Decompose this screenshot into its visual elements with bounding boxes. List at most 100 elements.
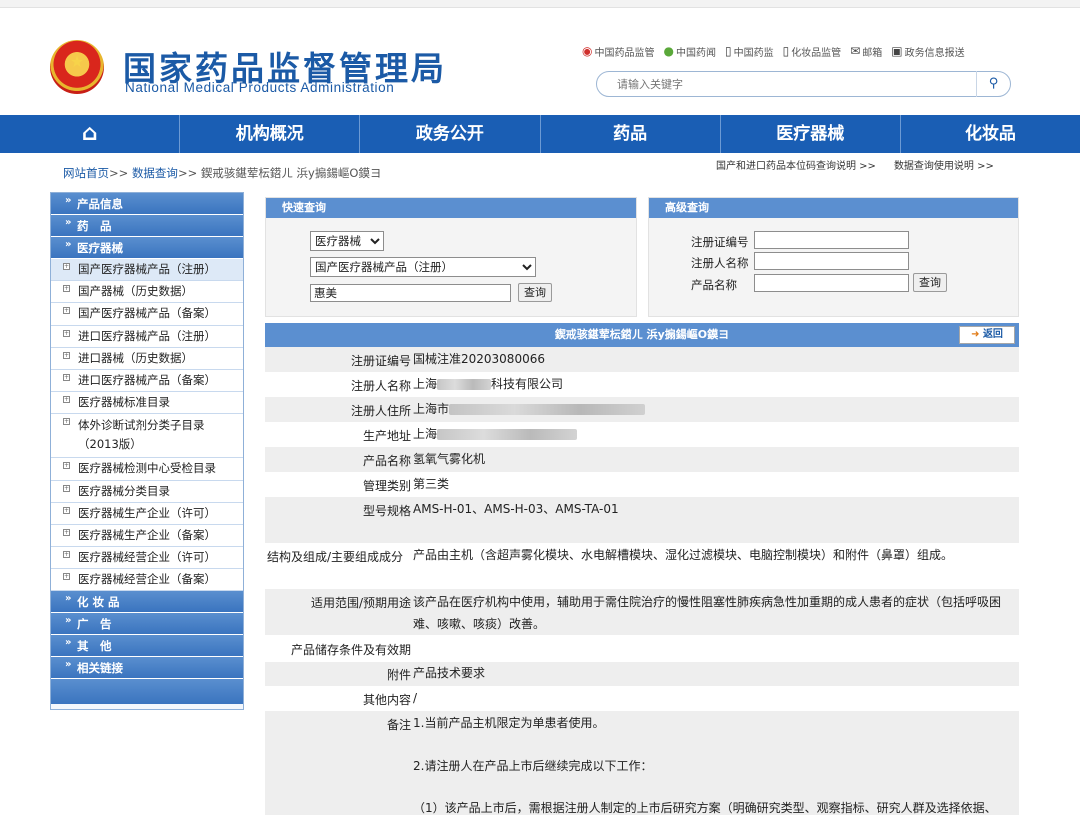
nav-item-institution[interactable]: 机构概况	[180, 115, 361, 153]
sidebar-item-domestic-filed[interactable]: + 国产医疗器械产品（备案）	[51, 303, 243, 326]
sidebar-item-ivd-catalog[interactable]: + 体外诊断试剂分类子目录（2013版）	[51, 414, 243, 459]
toplink-mail[interactable]: ✉ 邮箱	[850, 43, 882, 59]
sidebar-item-distributor-filed[interactable]: + 医疗器械经营企业（备案）	[51, 569, 243, 592]
row-reg-no: 注册证编号 国械注准20203080066	[265, 347, 1019, 372]
nav-item-government-affairs[interactable]: 政务公开	[360, 115, 541, 153]
sidebar-item-domestic-registered[interactable]: + 国产医疗器械产品（注册）	[51, 259, 243, 282]
arrow-right-icon: ➜	[971, 329, 980, 340]
expand-icon: +	[63, 396, 70, 404]
sidebar-item-import-filed[interactable]: + 进口医疗器械产品（备案）	[51, 369, 243, 393]
sidebar-item-domestic-history[interactable]: + 国产器械（历史数据）	[51, 281, 243, 304]
sidebar-item-import-history[interactable]: + 进口器械（历史数据）	[51, 347, 243, 370]
expand-icon: +	[63, 528, 70, 536]
sidebar-head-ads[interactable]: » 广 告	[51, 613, 243, 636]
sidebar-item-manufacturer-filed[interactable]: + 医疗器械生产企业（备案）	[51, 524, 243, 548]
expand-icon: +	[63, 263, 70, 270]
national-emblem-icon: ★	[50, 40, 104, 94]
row-management-class: 管理类别 第三类	[362, 477, 450, 493]
advanced-query-title: 高级查询	[649, 198, 1018, 218]
advanced-query-panel: 高级查询 注册证编号 注册人名称 产品名称 查询	[648, 197, 1019, 317]
sidebar-item-classification[interactable]: + 医疗器械分类目录	[51, 480, 243, 503]
reg-no-label: 注册证编号	[691, 235, 749, 249]
quick-query-panel: 快速查询 医疗器械 国产医疗器械产品（注册） 查询	[265, 197, 637, 317]
sidebar-item-testing-center[interactable]: + 医疗器械检测中心受检目录	[51, 458, 243, 481]
sidebar-item-manufacturer-license[interactable]: + 医疗器械生产企业（许可）	[51, 502, 243, 525]
subcategory-select[interactable]: 国产医疗器械产品（注册）	[310, 257, 536, 277]
nav-item-medical-devices[interactable]: 医疗器械	[721, 115, 901, 153]
sidebar-head-other[interactable]: » 其 他	[51, 635, 243, 658]
sidebar-head-related-links[interactable]: » 相关链接	[51, 657, 243, 680]
quick-query-button[interactable]: 查询	[518, 283, 552, 302]
expand-icon: +	[63, 484, 70, 492]
main-nav: ⌂ 机构概况 政务公开 药品 医疗器械 化妆品	[0, 115, 1080, 153]
expand-icon: +	[63, 506, 70, 514]
category-select[interactable]: 医疗器械	[310, 231, 384, 251]
quick-query-title: 快速查询	[266, 198, 636, 218]
toplink-wechat[interactable]: ● 中国药闻	[663, 43, 715, 59]
redacted-text	[449, 404, 646, 415]
expand-icon: +	[63, 573, 70, 581]
sidebar-footer	[51, 679, 243, 705]
reg-no-input[interactable]	[754, 231, 909, 249]
advanced-query-button[interactable]: 查询	[913, 273, 947, 292]
expand-icon: +	[63, 285, 70, 293]
row-production-address: 生产地址 上海	[265, 422, 1019, 447]
expand-icon: +	[63, 462, 70, 470]
sidebar-head-medical-devices[interactable]: » 医疗器械	[51, 237, 243, 259]
toplink-report[interactable]: ▣ 政务信息报送	[891, 43, 964, 59]
sidebar-head-drugs[interactable]: » 药 品	[51, 215, 243, 237]
product-name-label: 产品名称	[691, 278, 737, 292]
data-query-help-link[interactable]: 数据查询使用说明 >>	[894, 157, 994, 172]
search-input[interactable]	[617, 76, 957, 92]
sidebar-head-cosmetics[interactable]: » 化 妆 品	[51, 591, 243, 614]
row-storage: 产品储存条件及有效期	[290, 643, 411, 657]
phone-icon: ▯	[724, 44, 732, 58]
expand-icon: +	[63, 329, 70, 337]
expand-icon: +	[63, 307, 70, 315]
sidebar-item-distributor-license[interactable]: + 医疗器械经营企业（许可）	[51, 547, 243, 570]
row-model-spec: 型号规格 AMS-H-01、AMS-H-03、AMS-TA-01	[265, 497, 1019, 543]
expand-icon: +	[63, 351, 70, 359]
row-product-name: 产品名称 氢氧气雾化机	[265, 447, 1019, 472]
phone-icon: ▯	[782, 44, 790, 58]
sidebar: » 产品信息 » 药 品 » 医疗器械 + 国产医疗器械产品（注册） + 国产器械（历史数…	[50, 192, 244, 710]
detail-title: 鍥戒骇鍖荤枟鍣ㄦ 浜у搧鍚嶇О鏌ヨ ➜ 返回	[265, 323, 1019, 347]
row-remark: 备注 1.当前产品主机限定为单患者使用。 2.请注册人在产品上市后继续完成以下工…	[265, 711, 1019, 815]
sidebar-item-import-registered[interactable]: + 进口医疗器械产品（注册）	[51, 325, 243, 348]
breadcrumb-home[interactable]: 网站首页	[63, 166, 109, 180]
redacted-text	[437, 429, 578, 440]
toplink-weibo[interactable]: ◉ 中国药品监管	[582, 43, 654, 59]
sidebar-item-standards[interactable]: + 医疗器械标准目录	[51, 392, 243, 415]
nav-item-cosmetics[interactable]: 化妆品	[901, 115, 1080, 153]
row-scope: 适用范围/预期用途 该产品在医疗机构中使用，辅助用于需住院治疗的慢性阻塞性肺疾病…	[265, 589, 1019, 635]
toplink-app-2[interactable]: ▯ 化妆品监管	[783, 43, 842, 59]
registrant-input[interactable]	[754, 252, 909, 270]
redacted-text	[437, 379, 492, 390]
back-button[interactable]: ➜ 返回	[959, 326, 1015, 344]
expand-icon: +	[63, 418, 70, 426]
registrant-label: 注册人名称	[691, 256, 749, 270]
monitor-icon: ▣	[891, 44, 903, 58]
wechat-icon: ●	[663, 44, 674, 58]
nav-home-icon[interactable]: ⌂	[0, 115, 181, 153]
expand-icon: +	[63, 551, 70, 559]
breadcrumb-data-query[interactable]: 数据查询	[132, 166, 178, 180]
mail-icon: ✉	[850, 44, 861, 58]
keyword-input[interactable]	[310, 284, 511, 302]
breadcrumb-current: 鍥戒骇鍖荤枟鍣ㄦ 浜у搧鍚嶇О鏌ヨ	[200, 166, 382, 180]
site-header: ★ 国家药品监督管理局 National Medical Products Ad…	[0, 8, 1080, 115]
row-other: 其他内容 /	[362, 691, 418, 707]
product-name-input[interactable]	[754, 274, 909, 292]
weibo-icon: ◉	[582, 44, 593, 58]
expand-icon: +	[63, 373, 70, 381]
sidebar-head-product-info[interactable]: » 产品信息	[51, 193, 243, 215]
toplink-app-1[interactable]: ▯ 中国药监	[725, 43, 774, 59]
row-attachment: 附件 产品技术要求	[265, 662, 1019, 686]
row-registrant: 注册人名称 上海 科技有限公司	[350, 377, 564, 393]
browser-top-strip	[0, 0, 1080, 8]
search-icon[interactable]: ⚲	[976, 71, 1010, 97]
drug-code-help-link[interactable]: 国产和进口药品本位码查询说明 >>	[716, 157, 876, 172]
nav-item-drugs[interactable]: 药品	[541, 115, 721, 153]
row-structure: 结构及组成/主要组成成分 产品由主机（含超声雾化模块、水电解槽模块、湿化过滤模块…	[267, 548, 954, 564]
help-links: 国产和进口药品本位码查询说明 >> 数据查询使用说明 >>	[716, 157, 994, 172]
